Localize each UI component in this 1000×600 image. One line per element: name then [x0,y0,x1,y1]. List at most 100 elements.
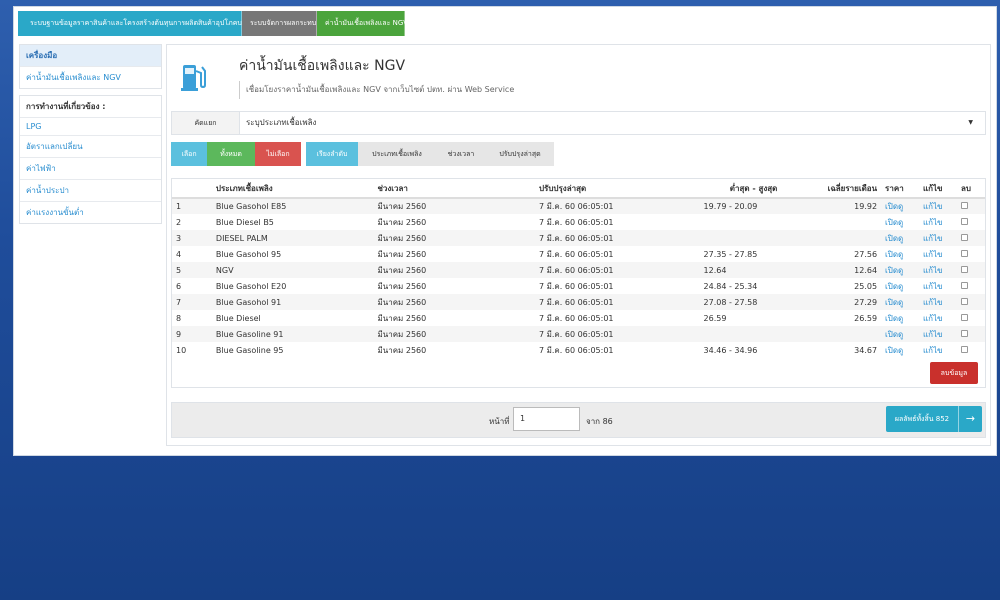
row-checkbox[interactable] [960,297,968,305]
view-price-link[interactable]: เปิดดู [881,214,919,230]
cell-range: 24.84 - 25.34 [703,281,758,291]
sort-by-period-button[interactable]: ช่วงเวลา [436,142,486,166]
tab-price-database[interactable]: ระบบฐานข้อมูลราคาสินค้าและโครงสร้างต้นทุ… [18,11,259,36]
cell-updated: 7 มี.ค. 60 06:05:01 [534,198,700,214]
cell-period: มีนาคม 2560 [373,326,535,342]
edit-link[interactable]: แก้ไข [919,294,957,310]
table-row: 3 DIESEL PALM มีนาคม 2560 7 มี.ค. 60 06:… [172,230,985,246]
row-checkbox[interactable] [960,202,968,209]
edit-link[interactable]: แก้ไข [919,246,957,262]
tab-label: ระบบจัดการผลกระทบ [250,19,317,27]
cell-no: 8 [176,313,182,323]
cell-no: 5 [172,262,212,278]
sort-by-type-button[interactable]: ประเภทเชื้อเพลิง [358,142,436,166]
edit-link[interactable]: แก้ไข [919,230,957,246]
cell-avg: 12.64 [781,262,882,278]
header-updated[interactable]: ปรับปรุงล่าสุด [534,179,700,199]
edit-link[interactable]: แก้ไข [919,278,957,294]
table-row: 5 NGV มีนาคม 2560 7 มี.ค. 60 06:05:01 12… [172,262,985,278]
app-window: ระบบฐานข้อมูลราคาสินค้าและโครงสร้างต้นทุ… [13,6,997,456]
cell-avg: 27.56 [854,249,878,259]
sidebar-item-water[interactable]: ค่าน้ำประปา [20,179,161,201]
cell-no: 9 [172,326,212,342]
sidebar-item-lpg[interactable]: LPG [20,117,161,135]
view-price-link[interactable]: เปิดดู [881,230,919,246]
fuel-type-select-value: ระบุประเภทเชื้อเพลิง [246,118,317,127]
sidebar-tools: เครื่องมือ ค่าน้ำมันเชื้อเพลิงและ NGV [19,44,162,89]
sidebar-item-min-wage[interactable]: ค่าแรงงานขั้นต่ำ [20,201,161,223]
cell-period: มีนาคม 2560 [373,262,535,278]
cell-avg: 26.59 [854,313,878,323]
page-title: ค่าน้ำมันเชื้อเพลิงและ NGV [239,58,406,74]
cell-avg: 34.67 [854,345,878,355]
table-header-row: ประเภทเชื้อเพลิง ช่วงเวลา ปรับปรุงล่าสุด… [172,179,985,199]
edit-link[interactable]: แก้ไข [919,214,957,230]
row-checkbox[interactable] [960,329,968,337]
sort-by-updated-button[interactable]: ปรับปรุงล่าสุด [486,142,554,166]
header-type[interactable]: ประเภทเชื้อเพลิง [211,179,374,199]
row-checkbox[interactable] [960,345,968,353]
cell-range [699,230,782,246]
view-price-link[interactable]: เปิดดู [881,342,919,358]
sidebar-item-fuel-ngv[interactable]: ค่าน้ำมันเชื้อเพลิงและ NGV [20,66,161,88]
cell-period: มีนาคม 2560 [377,313,427,323]
header-avg: เฉลี่ยรายเดือน [781,179,882,199]
cell-avg: 25.05 [854,281,878,291]
row-checkbox[interactable] [960,265,968,273]
cell-updated: 7 มี.ค. 60 06:05:01 [538,345,614,355]
sort-button[interactable]: เรียงลำดับ [306,142,358,166]
table-row: 6 Blue Gasohol E20 มีนาคม 2560 7 มี.ค. 6… [172,278,985,294]
row-checkbox[interactable] [960,233,968,241]
fuel-table-container: ประเภทเชื้อเพลิง ช่วงเวลา ปรับปรุงล่าสุด… [171,178,986,388]
cell-period: มีนาคม 2560 [377,281,427,291]
cell-period: มีนาคม 2560 [377,217,427,227]
view-price-link[interactable]: เปิดดู [881,294,919,310]
sidebar-item-exchange-rate[interactable]: อัตราแลกเปลี่ยน [20,135,161,157]
sidebar-item-electricity[interactable]: ค่าไฟฟ้า [20,157,161,179]
cell-updated: 7 มี.ค. 60 06:05:01 [538,313,614,323]
cell-range [699,326,782,342]
view-price-link[interactable]: เปิดดู [881,326,919,342]
cell-no: 6 [176,281,182,291]
view-price-link[interactable]: เปิดดู [881,278,919,294]
cell-updated: 7 มี.ค. 60 06:05:01 [534,230,700,246]
header-delete: ลบ [956,179,985,199]
cell-avg [781,326,882,342]
view-price-link[interactable]: เปิดดู [881,246,919,262]
view-price-link[interactable]: เปิดดู [881,310,919,326]
table-row: 2 Blue Diesel B5 มีนาคม 2560 7 มี.ค. 60 … [172,214,985,230]
filter-bar: คัดแยก ระบุประเภทเชื้อเพลิง ▼ [171,111,986,135]
delete-data-button[interactable]: ลบข้อมูล [930,362,978,384]
header-edit: แก้ไข [919,179,957,199]
view-price-link[interactable]: เปิดดู [881,198,919,214]
select-none-button[interactable]: ไม่เลือก [255,142,301,166]
edit-link[interactable]: แก้ไข [919,262,957,278]
caret-down-icon: ▼ [968,119,973,126]
header-period[interactable]: ช่วงเวลา [373,179,535,199]
row-checkbox[interactable] [960,281,968,289]
table-row: 1 Blue Gasohol E85 มีนาคม 2560 7 มี.ค. 6… [172,198,985,214]
row-checkbox[interactable] [960,249,968,257]
next-page-button[interactable]: ผลลัพธ์ทั้งสิ้น 852 → [886,406,982,432]
edit-link[interactable]: แก้ไข [919,342,957,358]
cell-updated: 7 มี.ค. 60 06:05:01 [534,262,700,278]
select-all-button[interactable]: ทั้งหมด [207,142,255,166]
tab-fuel-ngv[interactable]: ค่าน้ำมันเชื้อเพลิงและ NGV [317,11,408,36]
view-price-link[interactable]: เปิดดู [881,262,919,278]
cell-type: Blue Gasohol E20 [215,281,287,291]
header-no [172,179,212,199]
select-button[interactable]: เลือก [171,142,207,166]
fuel-type-select[interactable]: ระบุประเภทเชื้อเพลิง ▼ [240,112,985,134]
header-price: ราคา [881,179,919,199]
page-number-input[interactable]: 1 [513,407,580,431]
edit-link[interactable]: แก้ไข [919,310,957,326]
cell-updated: 7 มี.ค. 60 06:05:01 [534,326,700,342]
edit-link[interactable]: แก้ไข [919,198,957,214]
row-checkbox[interactable] [960,313,968,321]
edit-link[interactable]: แก้ไข [919,326,957,342]
row-checkbox[interactable] [960,217,968,225]
cell-range: 26.59 [703,313,727,323]
arrow-right-icon: → [958,406,982,432]
tab-impact-management[interactable]: ระบบจัดการผลกระทบ [242,11,317,36]
top-navigation: ระบบฐานข้อมูลราคาสินค้าและโครงสร้างต้นทุ… [18,11,408,36]
